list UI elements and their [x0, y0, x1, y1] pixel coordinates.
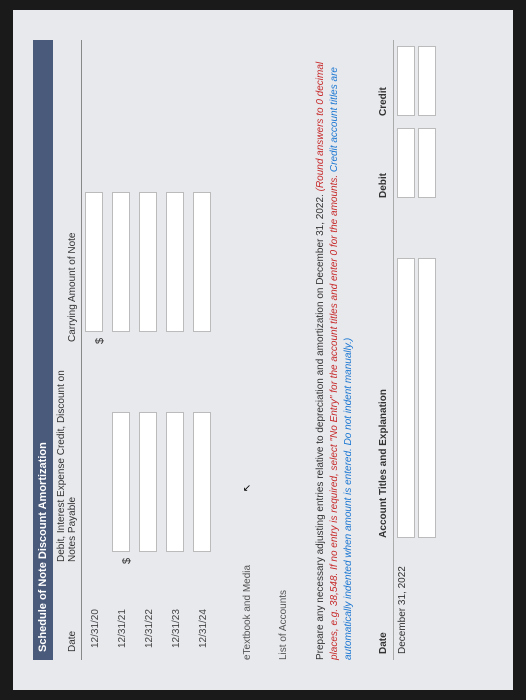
table-row: 12/31/20 $ [82, 40, 110, 660]
carrying-input[interactable] [85, 192, 103, 332]
debit-input[interactable] [418, 128, 436, 198]
instruction-text: Prepare any necessary adjusting entries … [314, 40, 356, 660]
carrying-input[interactable] [139, 192, 157, 332]
table-row: 12/31/23 [163, 40, 190, 660]
journal-header-row: Date Account Titles and Explanation Debi… [374, 40, 394, 660]
expense-input[interactable] [139, 412, 157, 552]
account-title-input[interactable] [418, 258, 436, 538]
etextbook-link[interactable]: eTextbook and Media [242, 565, 253, 660]
table-row: 12/31/22 [136, 40, 163, 660]
expense-input[interactable] [193, 412, 211, 552]
page-content: Schedule of Note Discount Amortization D… [13, 10, 513, 690]
currency: $ [94, 332, 106, 344]
list-accounts-link[interactable]: List of Accounts [278, 590, 289, 660]
carrying-input[interactable] [193, 192, 211, 332]
date-cell: 12/31/24 [190, 570, 217, 660]
schedule-title: Schedule of Note Discount Amortization [33, 40, 53, 660]
links-row2: List of Accounts [278, 40, 289, 660]
date-cell: 12/31/22 [136, 570, 163, 660]
expense-input[interactable] [112, 412, 130, 552]
jcol-credit: Credit [374, 40, 394, 122]
col-expense: Debit, Interest Expense Credit, Discount… [53, 350, 82, 570]
expense-input[interactable] [166, 412, 184, 552]
col-date: Date [53, 570, 82, 660]
carrying-input[interactable] [112, 192, 130, 332]
journal-table: Date Account Titles and Explanation Debi… [374, 40, 442, 660]
date-cell: 12/31/21 [109, 570, 136, 660]
table-row: 12/31/21 $ [109, 40, 136, 660]
jcol-debit: Debit [374, 122, 394, 204]
cursor-icon: ↖ [242, 484, 253, 492]
date-cell: 12/31/20 [82, 570, 110, 660]
links-row: eTextbook and Media ↖ [242, 40, 253, 660]
credit-input[interactable] [418, 46, 436, 116]
col-carrying: Carrying Amount of Note [53, 40, 82, 350]
table-row: 12/31/24 [190, 40, 217, 660]
carrying-input[interactable] [166, 192, 184, 332]
account-title-input[interactable] [397, 258, 415, 538]
jcol-titles: Account Titles and Explanation [374, 204, 394, 544]
schedule-table: Date Debit, Interest Expense Credit, Dis… [53, 40, 217, 660]
date-cell: 12/31/23 [163, 570, 190, 660]
credit-input[interactable] [397, 46, 415, 116]
journal-row: December 31, 2022 [394, 40, 443, 660]
instruction-plain: Prepare any necessary adjusting entries … [315, 191, 326, 660]
jcol-date: Date [374, 544, 394, 660]
debit-input[interactable] [397, 128, 415, 198]
journal-date: December 31, 2022 [394, 544, 443, 660]
currency: $ [121, 552, 133, 564]
schedule-header-row: Date Debit, Interest Expense Credit, Dis… [53, 40, 82, 660]
